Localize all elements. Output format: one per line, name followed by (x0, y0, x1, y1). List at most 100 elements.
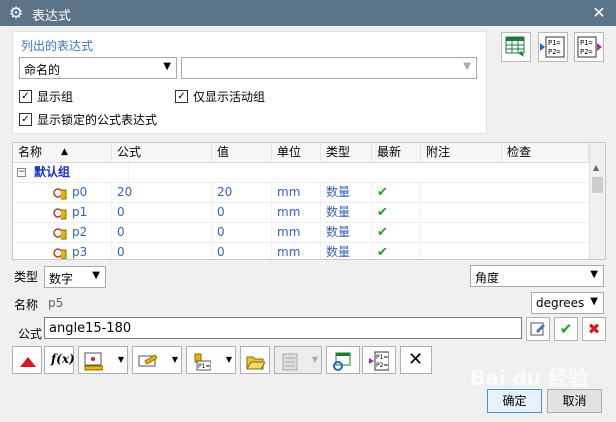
reject-icon: ✖ (587, 320, 601, 338)
measure-button[interactable]: ▼ (78, 346, 128, 374)
window-title: 表达式 (32, 9, 72, 24)
export-expressions-icon: P1= P2= (577, 36, 602, 58)
show-locked-checkbox[interactable]: ✓ 显示锁定的公式表达式 (19, 111, 157, 128)
row-name: p3 (67, 243, 112, 259)
expression-icon (53, 228, 67, 240)
svg-text:P1=: P1= (580, 39, 593, 47)
close-icon[interactable]: ✕ (588, 2, 610, 24)
delete-button[interactable]: ✕ (400, 346, 432, 374)
column-header-unit[interactable]: 单位 (272, 143, 321, 163)
row-formula: 0 (112, 203, 212, 223)
table-row[interactable]: p2 0 0 mm 数量 ✔ (13, 223, 589, 243)
import-expressions-icon: P1= P2= (540, 36, 565, 58)
reference-button[interactable]: ▼ (132, 346, 182, 374)
column-header-value[interactable]: 值 (212, 143, 272, 163)
checkmark-icon: ✓ (19, 90, 32, 103)
unit-value: degrees (536, 296, 585, 310)
show-active-only-checkbox[interactable]: ✓ 仅显示活动组 (175, 88, 265, 105)
refresh-from-spreadsheet-button[interactable] (326, 346, 360, 374)
spreadsheet-icon (505, 36, 525, 57)
collapse-icon[interactable]: − (17, 168, 26, 177)
import-expressions-button[interactable]: P1= P2= (538, 32, 568, 62)
import-expressions-icon: P1=P2= (369, 351, 389, 371)
column-header-check[interactable]: 检查 (502, 143, 589, 163)
formula-label: 公式 (18, 327, 43, 341)
table-row[interactable]: p3 0 0 mm 数量 ✔ (13, 243, 589, 259)
row-name: p2 (67, 223, 112, 243)
row-type: 数量 (321, 203, 372, 223)
row-type: 数量 (321, 243, 372, 259)
show-groups-checkbox[interactable]: ✓ 显示组 (19, 88, 73, 105)
row-formula: 0 (112, 223, 212, 243)
checkmark-icon: ✓ (19, 113, 32, 126)
export-spreadsheet-button[interactable] (501, 32, 531, 62)
row-name: p1 (67, 203, 112, 223)
watermark: Bai du 经验 (470, 366, 589, 390)
table-row[interactable]: p0 20 20 mm 数量 ✔ (13, 183, 589, 203)
type-label: 类型 (14, 270, 39, 284)
filter-text-input[interactable]: ▼ (181, 57, 477, 79)
chevron-down-icon: ▼ (590, 296, 598, 307)
dimension-dropdown[interactable]: 角度 ▼ (470, 265, 604, 287)
ok-button[interactable]: 确定 (487, 389, 542, 413)
svg-text:P2=: P2= (376, 362, 388, 369)
list-view-button[interactable]: ▼ (274, 346, 322, 374)
export-expressions-button[interactable]: P1= P2= (574, 32, 604, 62)
show-locked-label: 显示锁定的公式表达式 (37, 113, 158, 127)
checkmark-icon: ✓ (175, 90, 188, 103)
reject-edit-button[interactable]: ✖ (582, 317, 606, 341)
row-unit: mm (272, 223, 321, 243)
unit-dropdown[interactable]: degrees ▼ (531, 292, 604, 314)
formula-input[interactable]: angle15-180 (44, 317, 522, 339)
create-interpart-button[interactable]: P1= ▼ (186, 346, 236, 374)
collapse-button[interactable] (12, 346, 42, 374)
chevron-down-icon: ▼ (463, 61, 471, 72)
row-formula: 0 (112, 243, 212, 259)
row-value: 0 (212, 203, 272, 223)
edit-formula-button[interactable] (526, 317, 550, 341)
column-header-type[interactable]: 类型 (321, 143, 372, 163)
name-label: 名称 (14, 298, 39, 312)
gear-icon[interactable]: ⚙ (6, 3, 26, 23)
show-active-only-label: 仅显示活动组 (193, 90, 266, 104)
table-row[interactable]: p1 0 0 mm 数量 ✔ (13, 203, 589, 223)
column-header-uptodate[interactable]: 最新 (372, 143, 421, 163)
chevron-down-icon: ▼ (171, 355, 178, 364)
row-formula: 20 (112, 183, 212, 203)
expressions-dialog: 列出的表达式 命名的 ▼ ▼ ✓ 显示组 ✓ 仅显示活动组 ✓ 显示锁定的公式表… (0, 26, 616, 422)
group-name: 默认组 (29, 163, 129, 183)
chevron-down-icon: ▼ (590, 269, 598, 280)
group-row[interactable]: − 默认组 (13, 163, 589, 183)
check-icon: ✔ (559, 320, 573, 338)
name-field[interactable]: p5 (44, 292, 524, 314)
column-header-name[interactable]: 名称 ▲ (13, 143, 112, 163)
table-scrollbar[interactable]: ▲ (589, 143, 605, 259)
spreadsheet-refresh-icon (333, 352, 351, 371)
filter-dropdown[interactable]: 命名的 ▼ (19, 57, 177, 79)
column-header-formula[interactable]: 公式 (112, 143, 212, 163)
row-name: p0 (67, 183, 112, 203)
chevron-down-icon: ▼ (163, 61, 171, 72)
import-button[interactable]: P1= P2= (362, 346, 396, 374)
row-unit: mm (272, 203, 321, 223)
row-unit: mm (272, 243, 321, 259)
open-file-button[interactable] (240, 346, 270, 374)
row-unit: mm (272, 183, 321, 203)
row-value: 20 (212, 183, 272, 203)
interpart-expression-icon: P1= (194, 353, 211, 371)
reference-icon (138, 354, 157, 367)
delete-icon: ✕ (408, 349, 424, 370)
expression-icon (53, 188, 67, 200)
edit-icon (530, 322, 545, 336)
svg-text:P2=: P2= (580, 48, 593, 56)
column-header-comment[interactable]: 附注 (421, 143, 502, 163)
column-label: 名称 (18, 145, 43, 159)
svg-text:P2=: P2= (548, 48, 561, 56)
cancel-button[interactable]: 取消 (547, 389, 602, 413)
scrollbar-thumb[interactable] (592, 177, 603, 193)
type-dropdown[interactable]: 数字 ▼ (44, 266, 106, 288)
table-header: 名称 ▲ 公式 值 单位 类型 最新 附注 检查 (13, 143, 589, 163)
scroll-up-icon[interactable]: ▲ (593, 163, 599, 172)
accept-edit-button[interactable]: ✔ (554, 317, 578, 341)
functions-button[interactable]: f(x) (44, 346, 75, 374)
